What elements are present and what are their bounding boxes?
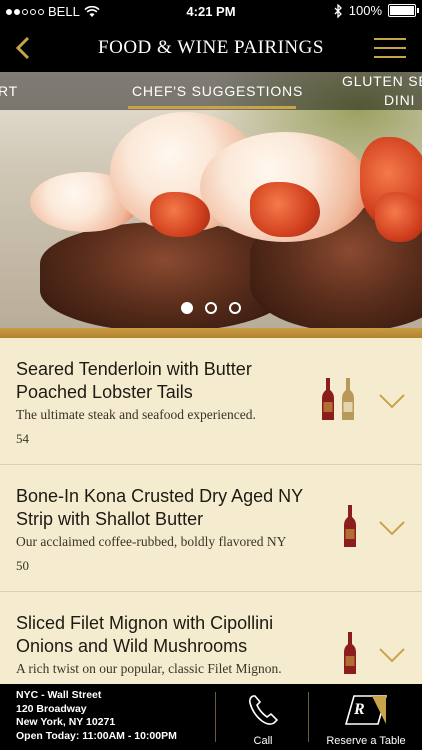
menu-button[interactable] xyxy=(374,38,406,58)
red-wine-bottle-icon xyxy=(344,505,356,547)
page-title: FOOD & WINE PAIRINGS xyxy=(98,37,324,58)
hamburger-icon xyxy=(374,38,406,40)
white-wine-bottle-icon xyxy=(342,378,354,420)
chevron-down-icon[interactable] xyxy=(378,393,406,409)
divider xyxy=(215,692,216,742)
item-description: The ultimate steak and seafood experienc… xyxy=(16,407,256,422)
list-item[interactable]: Sliced Filet Mignon with Cipollini Onion… xyxy=(0,592,422,684)
call-label: Call xyxy=(253,735,273,747)
chevron-left-icon xyxy=(15,36,30,60)
divider xyxy=(0,328,422,338)
status-bar: BELL 4:21 PM 100% xyxy=(0,0,422,24)
tab-chefs-suggestions[interactable]: CHEF'S SUGGESTIONS xyxy=(132,83,303,99)
tab-gluten-line2: DINI xyxy=(384,92,416,108)
nav-bar: FOOD & WINE PAIRINGS xyxy=(0,24,422,72)
item-price: 50 xyxy=(16,558,29,573)
pager-dot[interactable] xyxy=(181,302,193,314)
hero-image[interactable] xyxy=(0,72,422,328)
item-name: Bone-In Kona Crusted Dry Aged NY Strip w… xyxy=(16,486,303,529)
tab-gluten-line1: GLUTEN SE xyxy=(342,73,422,89)
phone-icon xyxy=(249,695,279,725)
tab-dessert[interactable]: RT xyxy=(0,83,18,99)
reserve-label: Reserve a Table xyxy=(326,735,406,747)
pager-dot[interactable] xyxy=(205,302,217,314)
chevron-down-icon[interactable] xyxy=(378,647,406,663)
item-description: Our acclaimed coffee-rubbed, boldly flav… xyxy=(16,534,287,549)
wine-pairing xyxy=(344,505,356,547)
red-wine-bottle-icon xyxy=(322,378,334,420)
category-tabs: RT CHEF'S SUGGESTIONS GLUTEN SE DINI xyxy=(0,72,422,110)
battery-percent: 100% xyxy=(348,3,382,18)
wine-pairing xyxy=(322,378,354,420)
wine-pairing xyxy=(344,632,356,674)
divider xyxy=(308,692,309,742)
item-name: Seared Tenderloin with Butter Poached Lo… xyxy=(16,359,252,402)
battery-icon xyxy=(388,4,419,17)
chevron-down-icon[interactable] xyxy=(378,520,406,536)
hours: Open Today: 11:00AM - 10:00PM xyxy=(16,729,177,742)
menu-list: Seared Tenderloin with Butter Poached Lo… xyxy=(0,338,422,684)
tab-gluten-sensitive[interactable]: GLUTEN SE DINI xyxy=(342,72,422,110)
item-name: Sliced Filet Mignon with Cipollini Onion… xyxy=(16,613,274,656)
back-button[interactable] xyxy=(10,32,40,64)
address-city: New York, NY 10271 xyxy=(16,716,116,728)
carousel-pager xyxy=(0,302,422,314)
footer-bar: NYC - Wall Street 120 Broadway New York,… xyxy=(0,684,422,750)
red-wine-bottle-icon xyxy=(344,632,356,674)
reserve-table-button[interactable]: R Reserve a Table xyxy=(310,692,422,747)
pager-dot[interactable] xyxy=(229,302,241,314)
status-right: 100% xyxy=(334,3,419,18)
reserve-letter: R xyxy=(354,701,365,718)
item-price: 54 xyxy=(16,431,29,446)
call-button[interactable]: Call xyxy=(218,692,308,747)
location-info[interactable]: NYC - Wall Street 120 Broadway New York,… xyxy=(16,689,177,743)
reserve-card-icon xyxy=(344,695,388,725)
active-tab-indicator xyxy=(128,106,296,109)
bluetooth-icon xyxy=(334,3,342,18)
list-item[interactable]: Bone-In Kona Crusted Dry Aged NY Strip w… xyxy=(0,465,422,592)
item-description: A rich twist on our popular, classic Fil… xyxy=(16,661,282,676)
list-item[interactable]: Seared Tenderloin with Butter Poached Lo… xyxy=(0,338,422,465)
address-street: 120 Broadway xyxy=(16,702,87,715)
location-name: NYC - Wall Street xyxy=(16,689,102,701)
